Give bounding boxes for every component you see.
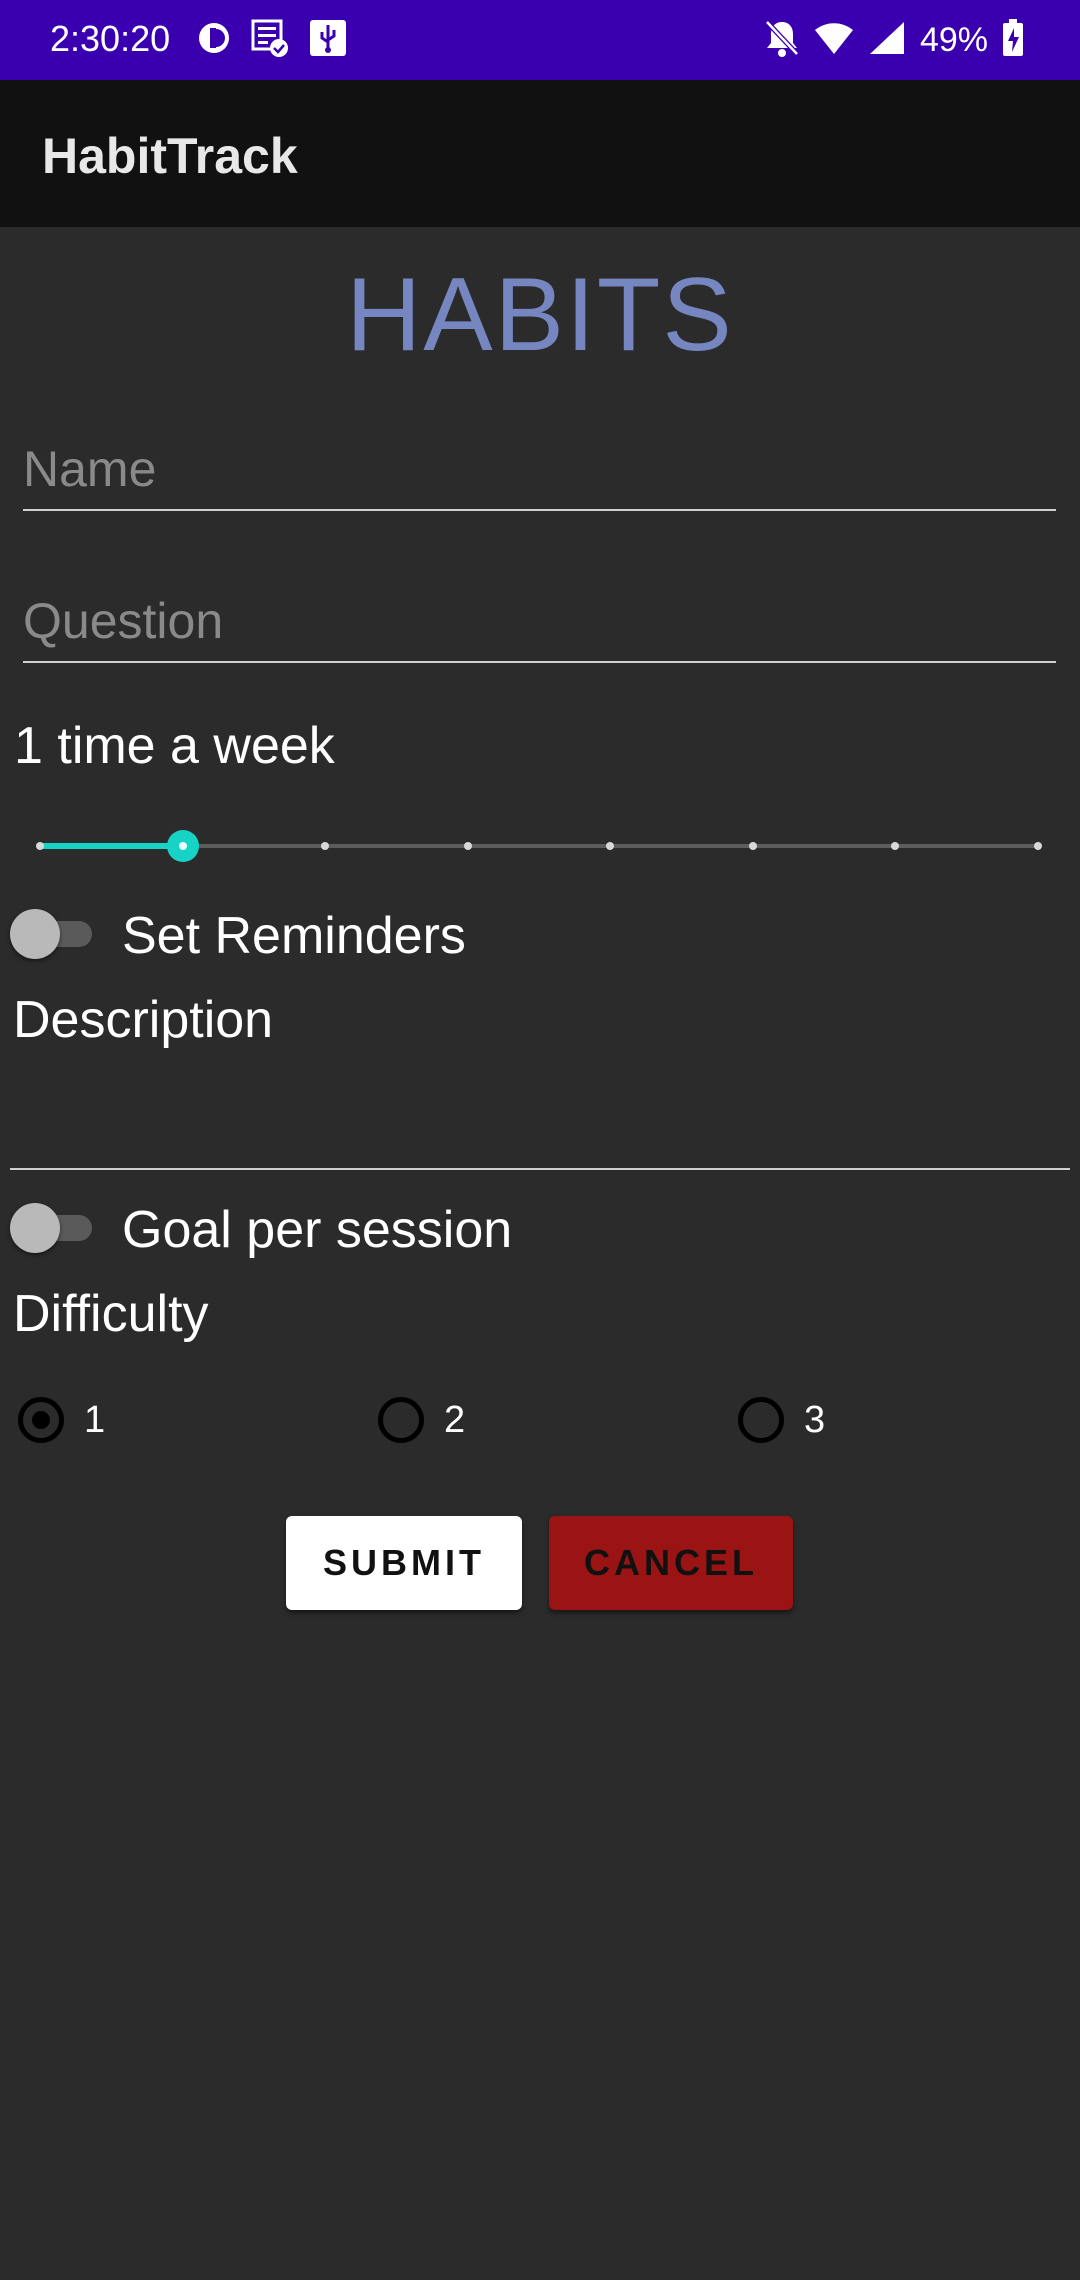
difficulty-radio-3[interactable]: 3 — [738, 1397, 825, 1443]
document-check-icon — [250, 18, 290, 63]
radio-button[interactable] — [378, 1397, 424, 1443]
slider-tick — [748, 842, 757, 850]
difficulty-radio-2[interactable]: 2 — [378, 1397, 465, 1443]
goal-label: Goal per session — [122, 1201, 513, 1259]
slider-tick — [321, 842, 330, 850]
notifications-off-icon — [764, 18, 800, 63]
status-icons-right: 49% — [764, 16, 1024, 64]
slider-tick — [36, 842, 44, 850]
page-title: HABITS — [346, 257, 734, 373]
reminders-label: Set Reminders — [122, 907, 466, 965]
status-bar: 2:30:20 49% — [0, 0, 1080, 80]
name-input[interactable] — [23, 429, 1056, 511]
cancel-button[interactable]: CANCEL — [549, 1516, 793, 1610]
difficulty-radio-1[interactable]: 1 — [18, 1397, 105, 1443]
radio-label: 3 — [804, 1399, 826, 1441]
app-circle-icon — [196, 18, 232, 63]
slider-tick — [1034, 842, 1042, 850]
difficulty-label: Difficulty — [13, 1285, 209, 1343]
description-label: Description — [13, 991, 274, 1049]
status-time: 2:30:20 — [50, 18, 171, 59]
reminders-switch[interactable] — [10, 909, 94, 959]
signal-icon — [868, 20, 906, 61]
slider-tick — [606, 842, 615, 850]
battery-percent: 49% — [919, 21, 988, 59]
usb-icon — [308, 18, 348, 63]
slider-tick — [891, 842, 900, 850]
slider-fill — [40, 843, 183, 849]
slider-thumb[interactable] — [166, 830, 199, 862]
battery-charging-icon — [1002, 18, 1024, 63]
radio-label: 2 — [444, 1399, 466, 1441]
question-input[interactable] — [23, 581, 1056, 663]
status-icons-left — [196, 18, 348, 63]
radio-button-checked[interactable] — [18, 1397, 64, 1443]
radio-button[interactable] — [738, 1397, 784, 1443]
goal-switch[interactable] — [10, 1203, 94, 1253]
app-title: HabitTrack — [42, 128, 298, 184]
slider-tick — [463, 842, 472, 850]
switch-thumb — [10, 1203, 60, 1253]
description-input[interactable] — [10, 1068, 1070, 1170]
app-bar: HabitTrack — [0, 80, 1080, 227]
wifi-icon — [814, 20, 854, 61]
submit-button[interactable]: SUBMIT — [286, 1516, 522, 1610]
switch-thumb — [10, 909, 60, 959]
frequency-slider[interactable] — [36, 820, 1042, 872]
frequency-label: 1 time a week — [14, 717, 335, 775]
radio-label: 1 — [84, 1399, 106, 1441]
